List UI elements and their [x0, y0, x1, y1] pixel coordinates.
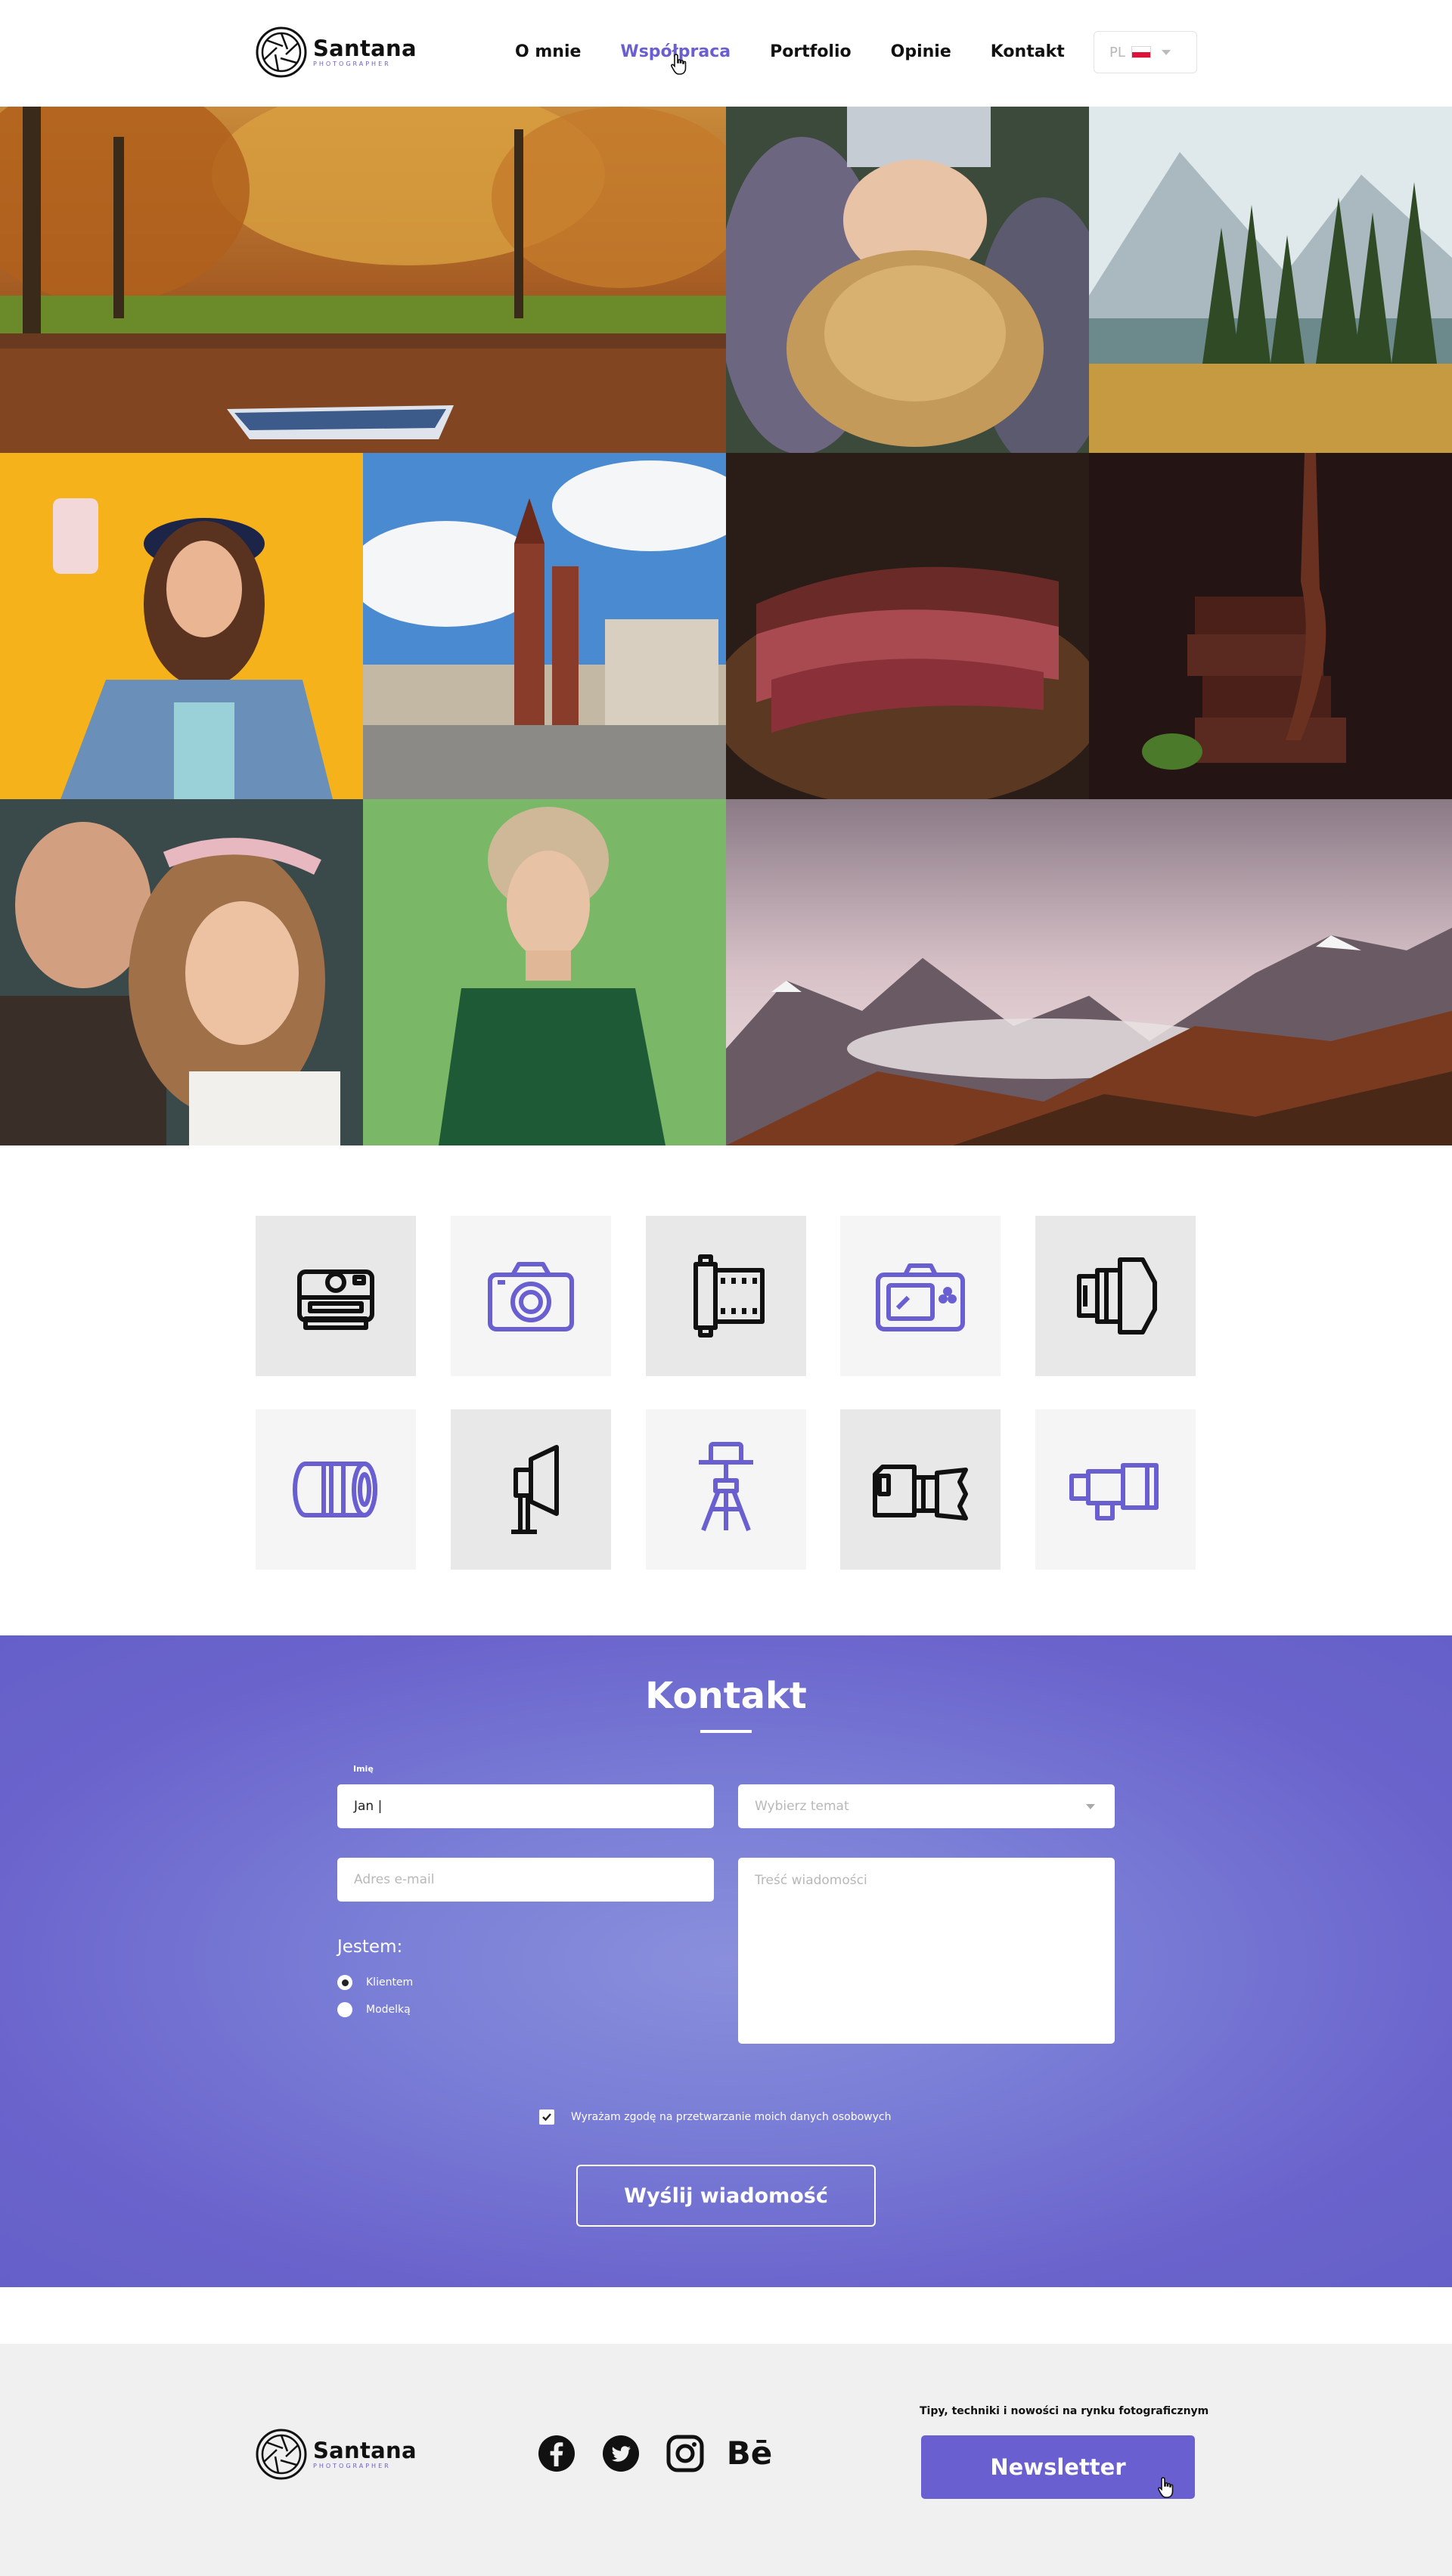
chevron-down-icon	[1161, 49, 1171, 55]
role-label: Jestem:	[337, 1937, 403, 1957]
krakow-market-square-photo[interactable]	[363, 453, 726, 799]
tripod-camera-icon	[699, 1442, 753, 1532]
woman-green-sweater-photo[interactable]	[363, 799, 726, 1145]
softbox-light-icon	[511, 1445, 559, 1534]
hand-cursor-icon	[1158, 2477, 1174, 2498]
consent-row[interactable]: Wyrażam zgodę na przetwarzanie moich dan…	[539, 2109, 891, 2125]
name-label: Imię	[353, 1764, 374, 1774]
email-field[interactable]: Adres e-mail	[337, 1858, 714, 1902]
twitter-link[interactable]	[601, 2434, 641, 2473]
digital-camera-tile[interactable]	[840, 1216, 1001, 1376]
chevron-down-icon	[1086, 1804, 1095, 1809]
film-roll-icon	[693, 1254, 765, 1338]
nav-item-opinie[interactable]: Opinie	[891, 39, 951, 65]
poland-flag-icon	[1131, 46, 1151, 58]
footer-spacer	[0, 2287, 1452, 2344]
aperture-logo-icon	[256, 2429, 307, 2480]
topic-select[interactable]: Wybierz temat	[738, 1784, 1115, 1828]
name-value: Jan |	[354, 1799, 383, 1814]
woman-lavender-hair-photo[interactable]	[726, 107, 1089, 453]
photo-gallery	[0, 107, 1452, 1145]
contact-title: Kontakt	[645, 1675, 807, 1717]
twitter-icon	[603, 2435, 639, 2472]
lens-tile[interactable]	[256, 1409, 416, 1570]
aperture-logo-icon	[256, 26, 307, 78]
newsletter-button[interactable]: Newsletter	[921, 2435, 1195, 2499]
behance-link[interactable]: Bē	[727, 2434, 773, 2473]
footer-logo[interactable]: Santana PHOTOGRAPHER	[256, 2429, 417, 2480]
social-links: Bē	[537, 2434, 773, 2473]
lens-side-tile[interactable]	[1035, 1216, 1196, 1376]
title-underline	[700, 1730, 752, 1733]
contact-section: Kontakt Imię Jan | Wybierz temat Adres e…	[0, 1635, 1452, 2287]
film-roll-tile[interactable]	[646, 1216, 806, 1376]
role-option-modelka[interactable]: Modelką	[337, 2002, 411, 2017]
instagram-icon	[666, 2435, 704, 2472]
facebook-icon	[538, 2435, 575, 2472]
mountain-forest-lake-photo[interactable]	[1089, 107, 1452, 453]
nav-item-kontakt[interactable]: Kontakt	[991, 39, 1065, 65]
main-nav: O mnie Współpraca Portfolio Opinie Konta…	[515, 39, 1065, 65]
video-camera-icon	[873, 1465, 968, 1520]
wedding-couple-photo[interactable]	[0, 799, 363, 1145]
role-option-label: Modelką	[366, 2004, 411, 2016]
role-option-label: Klientem	[366, 1976, 414, 1989]
newsletter-tip: Tipy, techniki i nowości na rynku fotogr…	[920, 2405, 1209, 2417]
message-placeholder: Treść wiadomości	[755, 1873, 867, 1888]
telephoto-lens-tile[interactable]	[1035, 1409, 1196, 1570]
softbox-light-tile[interactable]	[451, 1409, 611, 1570]
nav-item-portfolio[interactable]: Portfolio	[770, 39, 852, 65]
send-message-button[interactable]: Wyślij wiadomość	[576, 2165, 876, 2227]
message-textarea[interactable]: Treść wiadomości	[738, 1858, 1115, 2044]
equipment-icons-section	[0, 1145, 1452, 1635]
telephoto-lens-icon	[1069, 1463, 1159, 1520]
instagram-link[interactable]	[666, 2434, 705, 2473]
behance-icon: Bē	[726, 2435, 773, 2472]
site-header: Santana PHOTOGRAPHER O mnie Współpraca P…	[0, 0, 1452, 107]
brand-name: Santana	[313, 35, 417, 61]
site-footer: Santana PHOTOGRAPHER Bē Tipy, techniki i…	[0, 2344, 1452, 2576]
instant-camera-icon	[297, 1269, 374, 1330]
brand-tagline: PHOTOGRAPHER	[313, 60, 391, 67]
logo[interactable]: Santana PHOTOGRAPHER	[256, 26, 417, 78]
language-selector[interactable]: PL	[1094, 31, 1197, 73]
consent-checkbox[interactable]	[539, 2109, 554, 2125]
role-option-klientem[interactable]: Klientem	[337, 1975, 413, 1990]
brand-tagline: PHOTOGRAPHER	[313, 2462, 391, 2469]
name-field[interactable]: Jan |	[337, 1784, 714, 1828]
misty-mountains-photo[interactable]	[726, 799, 1452, 1145]
steak-photo[interactable]	[726, 453, 1089, 799]
hand-cursor-icon	[671, 54, 687, 75]
email-placeholder: Adres e-mail	[354, 1872, 435, 1887]
consent-label: Wyrażam zgodę na przetwarzanie moich dan…	[571, 2111, 892, 2123]
brand-name: Santana	[313, 2437, 417, 2463]
woman-selfie-yellow-photo[interactable]	[0, 453, 363, 799]
chocolate-stack-photo[interactable]	[1089, 453, 1452, 799]
topic-placeholder: Wybierz temat	[755, 1799, 849, 1814]
nav-item-o-mnie[interactable]: O mnie	[515, 39, 581, 65]
camera-icon	[488, 1262, 574, 1331]
digital-camera-icon	[876, 1263, 965, 1331]
lens-icon	[293, 1462, 377, 1517]
radio-unselected[interactable]	[337, 2002, 352, 2017]
instant-camera-tile[interactable]	[256, 1216, 416, 1376]
language-code: PL	[1109, 44, 1125, 60]
video-camera-tile[interactable]	[840, 1409, 1001, 1570]
radio-selected[interactable]	[337, 1975, 352, 1990]
facebook-link[interactable]	[537, 2434, 576, 2473]
camera-tile[interactable]	[451, 1216, 611, 1376]
checkmark-icon	[542, 2113, 551, 2122]
autumn-lake-boat-photo[interactable]	[0, 107, 726, 453]
tripod-camera-tile[interactable]	[646, 1409, 806, 1570]
lens-side-icon	[1077, 1257, 1157, 1334]
